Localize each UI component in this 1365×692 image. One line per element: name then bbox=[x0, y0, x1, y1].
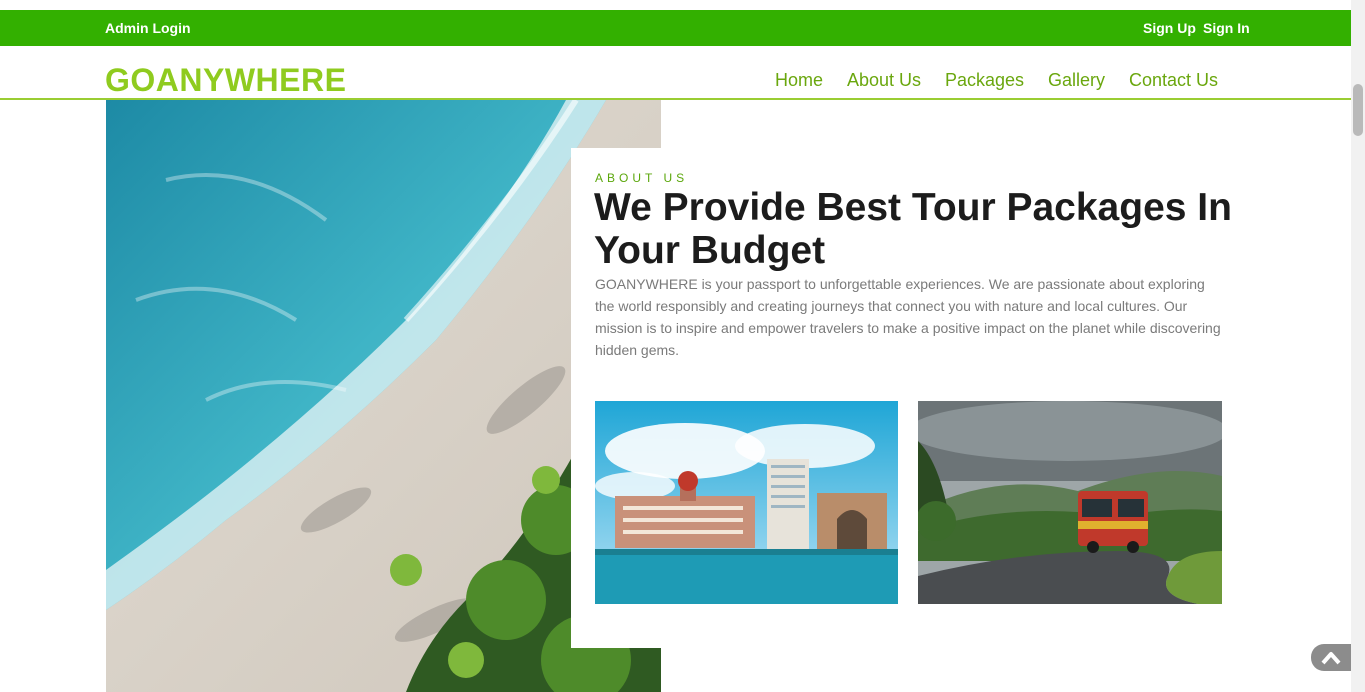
about-eyebrow: ABOUT US bbox=[595, 171, 689, 185]
nav-gallery[interactable]: Gallery bbox=[1048, 70, 1105, 91]
chevron-up-icon bbox=[1321, 652, 1341, 665]
top-bar: Admin Login Sign Up Sign In bbox=[0, 10, 1351, 46]
about-title: We Provide Best Tour Packages In Your Bu… bbox=[594, 186, 1232, 272]
site-header: GOANYWHERE Home About Us Packages Galler… bbox=[0, 46, 1351, 100]
about-section: ABOUT US We Provide Best Tour Packages I… bbox=[571, 148, 1251, 648]
admin-login-link[interactable]: Admin Login bbox=[105, 20, 191, 36]
sign-up-link[interactable]: Sign Up bbox=[1143, 20, 1196, 36]
sign-in-link[interactable]: Sign In bbox=[1203, 20, 1250, 36]
nav-home[interactable]: Home bbox=[775, 70, 823, 91]
about-description: GOANYWHERE is your passport to unforgett… bbox=[595, 276, 1221, 358]
page: Admin Login Sign Up Sign In GOANYWHERE H… bbox=[0, 0, 1365, 692]
nav-packages[interactable]: Packages bbox=[945, 70, 1024, 91]
scrollbar-thumb[interactable] bbox=[1353, 84, 1363, 136]
back-to-top-button[interactable] bbox=[1311, 644, 1351, 671]
mumbai-taj-hotel-image bbox=[595, 401, 898, 604]
nav-about-us[interactable]: About Us bbox=[847, 70, 921, 91]
nav-contact-us[interactable]: Contact Us bbox=[1129, 70, 1218, 91]
brand-logo[interactable]: GOANYWHERE bbox=[105, 62, 346, 99]
msrtc-bus-road-image bbox=[918, 401, 1222, 604]
